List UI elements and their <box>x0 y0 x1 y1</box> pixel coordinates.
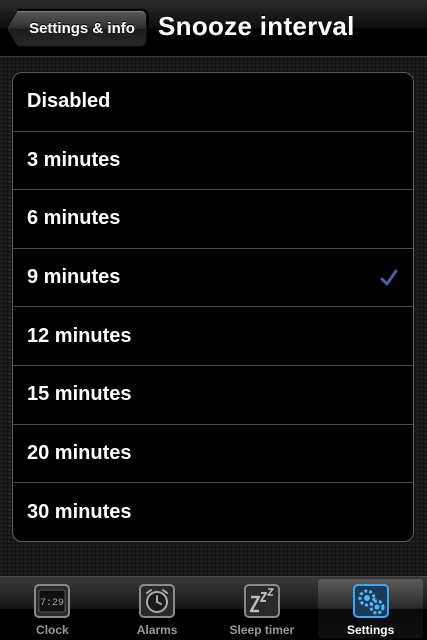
option-row-15-minutes[interactable]: 15 minutes <box>13 366 413 425</box>
option-label: Disabled <box>27 90 111 113</box>
option-label: 20 minutes <box>27 441 132 464</box>
tab-label: Clock <box>36 623 69 637</box>
tab-settings[interactable]: Settings <box>318 579 423 638</box>
sleep-timer-icon <box>243 584 280 618</box>
option-row-3-minutes[interactable]: 3 minutes <box>13 132 413 191</box>
option-label: 12 minutes <box>27 324 132 347</box>
option-label: 9 minutes <box>27 266 121 289</box>
option-row-9-minutes[interactable]: 9 minutes <box>13 249 413 308</box>
tab-sleep-timer[interactable]: Sleep timer <box>210 577 315 640</box>
checkmark-icon <box>380 269 398 286</box>
alarm-icon <box>139 584 176 618</box>
option-label: 30 minutes <box>27 500 132 523</box>
navigation-bar: Settings & info Snooze interval <box>0 0 427 57</box>
back-button-label: Settings & info <box>29 20 135 37</box>
page-title: Snooze interval <box>158 11 355 41</box>
snooze-options-list: Disabled 3 minutes 6 minutes 9 minutes 1… <box>12 72 414 542</box>
back-button[interactable]: Settings & info <box>7 10 147 47</box>
option-row-20-minutes[interactable]: 20 minutes <box>13 425 413 484</box>
option-label: 6 minutes <box>27 207 121 230</box>
tab-clock[interactable]: 7:29 Clock <box>0 577 105 640</box>
option-label: 15 minutes <box>27 383 132 406</box>
settings-gear-icon <box>352 584 389 618</box>
tab-label: Alarms <box>136 623 178 637</box>
option-row-disabled[interactable]: Disabled <box>13 73 413 132</box>
tab-bar: 7:29 Clock Alarms Sleep timer Settings <box>0 576 427 640</box>
tab-label: Sleep timer <box>229 623 295 637</box>
option-label: 3 minutes <box>27 148 121 171</box>
clock-icon: 7:29 <box>34 584 71 618</box>
tab-label: Settings <box>346 623 395 637</box>
tab-alarms[interactable]: Alarms <box>105 577 210 640</box>
option-row-12-minutes[interactable]: 12 minutes <box>13 307 413 366</box>
option-row-6-minutes[interactable]: 6 minutes <box>13 190 413 249</box>
option-row-30-minutes[interactable]: 30 minutes <box>13 483 413 541</box>
clock-icon-time: 7:29 <box>40 598 64 609</box>
